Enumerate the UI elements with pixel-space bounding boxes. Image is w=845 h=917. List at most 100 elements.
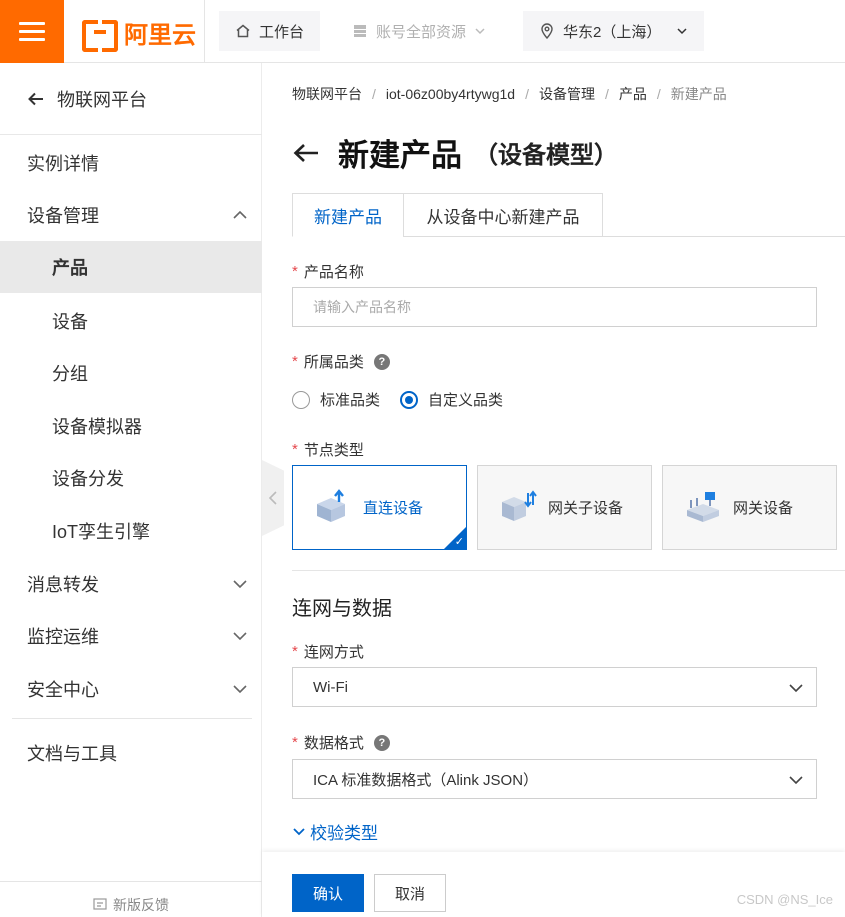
gateway-device-icon [687,491,719,522]
category-label: * 所属品类 ? [292,351,390,372]
database-icon [354,25,366,37]
chevron-down-icon [293,827,305,835]
data-format-select[interactable]: ICA 标准数据格式（Alink JSON） [292,759,817,799]
node-card-label: 直连设备 [363,500,424,517]
section-title-network-data: 连网与数据 [292,598,392,620]
form-footer: 确认 取消 CSDN @NS_Ice [262,852,845,917]
sidebar-item-products[interactable]: 产品 [0,241,262,293]
product-name-label: * 产品名称 [292,263,364,281]
node-card-gateway-device[interactable]: 网关设备 [662,465,837,550]
check-icon: ✓ [454,536,464,548]
sidebar-item-monitoring[interactable]: 监控运维 [0,610,262,662]
breadcrumb-item[interactable]: 物联网平台 [292,84,362,104]
breadcrumb-item[interactable]: iot-06z00by4rtywg1d [386,86,515,102]
radio-circle-checked [400,390,419,409]
resources-dropdown[interactable]: 账号全部资源 [336,11,502,51]
sidebar-item-devices[interactable]: 设备 [0,295,262,347]
network-method-label: * 连网方式 [292,643,364,661]
select-value: ICA 标准数据格式（Alink JSON） [313,771,539,789]
direct-device-icon [317,488,345,522]
help-icon[interactable]: ? [373,353,390,370]
radio-label: 自定义品类 [428,392,504,409]
workbench-label: 工作台 [259,23,305,41]
sidebar-item-iot-twin-engine[interactable]: IoT孪生引擎 [0,505,262,557]
sidebar-item-docs-tools[interactable]: 文档与工具 [0,727,262,779]
sidebar-back-label: 物联网平台 [57,89,147,110]
node-card-direct-device[interactable]: 直连设备 ✓ [292,465,467,550]
chevron-up-icon [233,210,247,219]
category-radio-group: 标准品类 自定义品类 [292,389,503,410]
watermark: CSDN @NS_Ice [736,892,833,907]
tab-from-device-center[interactable]: 从设备中心新建产品 [403,193,603,237]
resources-label: 账号全部资源 [376,23,467,41]
verification-type-toggle[interactable]: 校验类型 [292,819,378,844]
sidebar-item-device-management[interactable]: 设备管理 [0,189,262,241]
tab-bar: 新建产品 从设备中心新建产品 [292,193,845,237]
radio-standard-category[interactable]: 标准品类 [292,389,380,410]
back-arrow-icon[interactable] [292,139,320,167]
sidebar-back-link[interactable]: 物联网平台 [0,63,262,135]
cancel-button[interactable]: 取消 [374,874,446,912]
network-method-select[interactable]: Wi-Fi [292,667,817,707]
hamburger-menu-button[interactable] [0,0,64,63]
sidebar-item-label: 安全中心 [27,680,99,700]
feedback-link[interactable]: 新版反馈 [0,881,262,917]
sidebar-item-label: 实例详情 [27,154,99,174]
data-format-label: * 数据格式 ? [292,732,390,753]
chevron-down-icon [677,28,687,35]
page-header: 新建产品 （设备模型） [292,130,618,175]
confirm-button[interactable]: 确认 [292,874,364,912]
sidebar-item-device-distribution[interactable]: 设备分发 [0,452,262,504]
sidebar-item-label: 消息转发 [27,575,99,595]
top-bar: 阿里云 工作台 账号全部资源 华东2（上海） [0,0,845,63]
breadcrumb: 物联网平台 / iot-06z00by4rtywg1d / 设备管理 / 产品 … [292,84,727,104]
sidebar-item-instance-details[interactable]: 实例详情 [0,137,262,189]
sidebar-collapse-handle[interactable] [262,460,284,536]
sidebar: 物联网平台 实例详情 设备管理 产品 设备 分组 设备模拟器 设备分发 IoT孪… [0,63,262,917]
region-label: 华东2（上海） [563,23,662,41]
radio-circle [292,390,310,409]
sidebar-item-label: 设备管理 [27,206,99,226]
help-icon[interactable]: ? [373,734,390,751]
feedback-label: 新版反馈 [113,896,169,913]
breadcrumb-item[interactable]: 产品 [619,84,647,104]
chevron-down-icon [233,580,247,589]
sidebar-item-device-simulator[interactable]: 设备模拟器 [0,400,262,452]
chevron-down-icon [475,28,485,35]
radio-label: 标准品类 [320,392,381,409]
chevron-down-icon [233,685,247,694]
aliyun-logo[interactable]: 阿里云 [82,16,196,52]
chevron-down-icon [789,776,803,785]
sidebar-item-security-center[interactable]: 安全中心 [0,663,262,715]
sidebar-item-label: 分组 [52,364,88,384]
sidebar-item-label: 监控运维 [27,627,99,647]
chevron-left-icon [268,491,277,505]
product-name-input[interactable] [292,287,817,327]
workbench-button[interactable]: 工作台 [219,11,321,51]
sidebar-item-label: 产品 [52,258,88,278]
sidebar-item-label: 设备分发 [52,469,124,489]
gateway-subdevice-icon [502,489,537,521]
tab-new-product[interactable]: 新建产品 [292,193,404,237]
select-value: Wi-Fi [313,678,348,696]
sidebar-item-label: 设备模拟器 [52,417,142,437]
chevron-down-icon [789,684,803,693]
breadcrumb-item[interactable]: 设备管理 [539,84,595,104]
sidebar-item-groups[interactable]: 分组 [0,347,262,399]
page-subtitle: （设备模型） [474,142,618,169]
region-selector[interactable]: 华东2（上海） [523,11,704,51]
location-pin-icon [541,23,553,39]
logo-text: 阿里云 [124,21,196,49]
sidebar-item-message-forwarding[interactable]: 消息转发 [0,558,262,610]
node-card-label: 网关子设备 [548,500,624,517]
breadcrumb-current: 新建产品 [670,86,727,102]
feedback-icon [93,897,107,910]
radio-custom-category[interactable]: 自定义品类 [400,389,503,410]
arrow-left-icon [28,92,43,105]
aliyun-logo-icon [82,20,118,52]
node-card-gateway-subdevice[interactable]: 网关子设备 [477,465,652,550]
chevron-down-icon [233,632,247,641]
home-icon [236,24,250,38]
verification-type-label: 校验类型 [310,824,378,843]
sidebar-item-label: 文档与工具 [27,744,117,764]
